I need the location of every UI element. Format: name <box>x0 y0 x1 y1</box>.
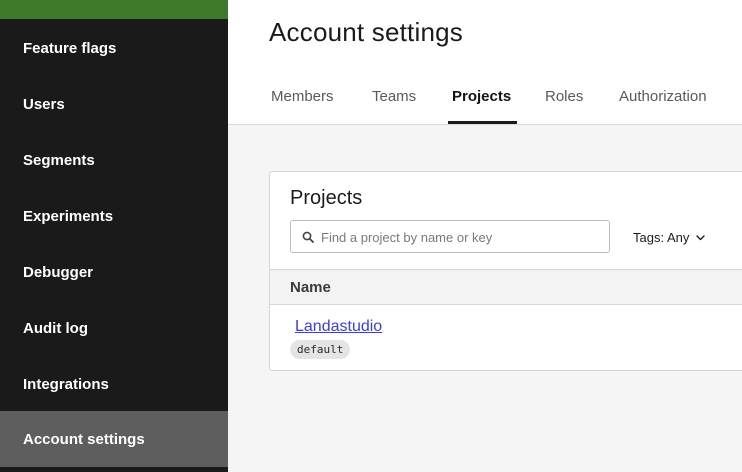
tab-projects[interactable]: Projects <box>452 88 511 105</box>
project-link[interactable]: Landastudio <box>295 318 382 336</box>
sidebar-item-users[interactable]: Users <box>0 76 228 132</box>
sidebar-item-segments[interactable]: Segments <box>0 132 228 188</box>
tab-roles[interactable]: Roles <box>545 88 583 105</box>
sidebar-accent-bar <box>0 0 228 19</box>
tab-members[interactable]: Members <box>271 88 334 105</box>
page-title: Account settings <box>269 17 463 47</box>
tab-teams[interactable]: Teams <box>372 88 416 105</box>
card-title: Projects <box>290 187 363 209</box>
search-icon <box>302 231 314 243</box>
sidebar-item-integrations[interactable]: Integrations <box>0 356 228 412</box>
chevron-down-icon <box>696 234 706 240</box>
main-content: Account settings Members Teams Projects … <box>228 0 742 472</box>
sidebar-item-feature-flags[interactable]: Feature flags <box>0 20 228 76</box>
active-tab-indicator <box>448 121 517 124</box>
search-input[interactable] <box>321 227 601 247</box>
page-header: Account settings Members Teams Projects … <box>228 0 742 125</box>
tags-filter-dropdown[interactable]: Tags: Any <box>633 230 706 245</box>
column-header-name: Name <box>290 279 331 296</box>
project-tag: default <box>290 340 351 359</box>
table-header: Name <box>270 269 742 305</box>
sidebar-nav: Feature flags Users Segments Experiments… <box>0 0 228 472</box>
search-box[interactable] <box>290 220 610 253</box>
tab-authorization[interactable]: Authorization <box>619 88 707 105</box>
projects-card: Projects Tags: Any Name Landastudio defa… <box>269 171 742 371</box>
sidebar-item-audit-log[interactable]: Audit log <box>0 300 228 356</box>
sidebar-item-account-settings[interactable]: Account settings <box>0 411 228 467</box>
sidebar-item-experiments[interactable]: Experiments <box>0 188 228 244</box>
tags-filter-label: Tags: Any <box>633 230 690 245</box>
sidebar-item-debugger[interactable]: Debugger <box>0 244 228 300</box>
